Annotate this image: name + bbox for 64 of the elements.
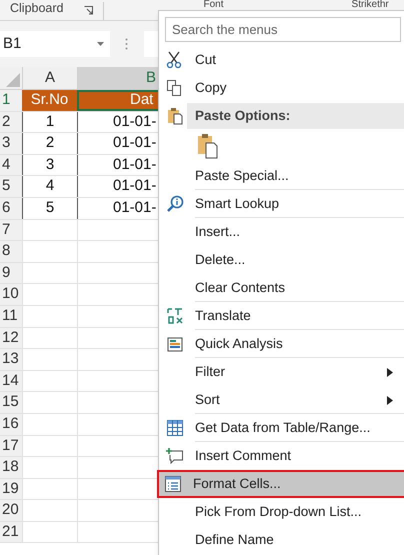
menu-item[interactable]: Cut [159, 46, 404, 74]
dropdown-caret-icon [97, 42, 104, 46]
clipboard-icon [197, 133, 219, 159]
comment-add-icon [166, 447, 184, 465]
menu-item[interactable]: Quick Analysis [159, 330, 404, 358]
row-header[interactable]: 7 [0, 220, 22, 240]
table-cell: 1 [22, 112, 77, 132]
chart-panel-icon [166, 335, 184, 353]
menu-item[interactable]: Copy [159, 74, 404, 102]
row-header[interactable]: 13 [0, 349, 22, 370]
row-header[interactable]: 4 [0, 154, 22, 176]
table-cell: 3 [22, 154, 77, 176]
table-cell: 2 [22, 133, 77, 154]
menu-item[interactable]: Clear Contents [159, 274, 404, 302]
menu-item[interactable]: Paste Special... [159, 162, 404, 190]
menu-item[interactable]: Smart Lookup [159, 190, 404, 218]
search-field[interactable]: Search the menus [165, 17, 401, 42]
table-icon [166, 419, 184, 437]
dialog-launcher-icon[interactable] [84, 6, 93, 15]
menu-item[interactable]: Delete... [159, 246, 404, 274]
row-header[interactable]: 17 [0, 436, 22, 456]
row-header[interactable]: 10 [0, 284, 22, 305]
table-cell: 4 [22, 176, 77, 197]
group-label: Strikethr [352, 0, 389, 10]
name-box[interactable]: B1 [0, 31, 110, 57]
menu-item[interactable]: Format Cells... [157, 470, 404, 498]
row-header[interactable]: 18 [0, 457, 22, 478]
menu-item[interactable]: Insert Comment [159, 442, 404, 470]
row-header[interactable]: 14 [0, 370, 22, 392]
copy-icon [166, 79, 182, 97]
menu-item[interactable]: Translate [159, 302, 404, 330]
row-header[interactable]: 12 [0, 328, 22, 348]
submenu-arrow-icon [387, 368, 393, 376]
table-cell: 5 [22, 198, 77, 219]
search-info-icon [166, 195, 184, 213]
row-header[interactable]: 11 [0, 306, 22, 327]
row-header[interactable]: 19 [0, 478, 22, 500]
row-header[interactable]: 2 [0, 112, 22, 132]
row-header[interactable]: 15 [0, 392, 22, 413]
menu-section-header: Paste Options: [187, 103, 404, 129]
row-header[interactable]: 21 [0, 522, 22, 542]
scissors-icon [166, 51, 182, 69]
row-header[interactable]: 8 [0, 241, 22, 262]
translate-icon [166, 307, 184, 325]
grip-icon [125, 38, 128, 50]
group-label: Font [204, 0, 224, 10]
menu-item[interactable]: Define Name [159, 526, 404, 554]
row-header[interactable]: 9 [0, 262, 22, 284]
menu-item[interactable]: Pick From Drop-down List... [159, 498, 404, 526]
row-header[interactable]: 16 [0, 414, 22, 434]
clipboard-icon [167, 107, 183, 125]
row-header[interactable]: 5 [0, 176, 22, 197]
menu-item[interactable]: Get Data from Table/Range... [159, 414, 404, 442]
menu-item[interactable]: Filter [159, 358, 404, 386]
menu-item[interactable]: Insert... [159, 218, 404, 246]
table-cell: Sr.No [22, 90, 77, 111]
format-list-icon [164, 475, 182, 493]
row-header[interactable]: 20 [0, 500, 22, 521]
row-header[interactable]: 3 [0, 133, 22, 154]
row-header[interactable]: 6 [0, 198, 22, 219]
menu-item[interactable]: Sort [159, 386, 404, 414]
submenu-arrow-icon [387, 396, 393, 404]
row-header[interactable]: 1 [0, 90, 22, 111]
group-label: Clipboard [10, 0, 64, 18]
